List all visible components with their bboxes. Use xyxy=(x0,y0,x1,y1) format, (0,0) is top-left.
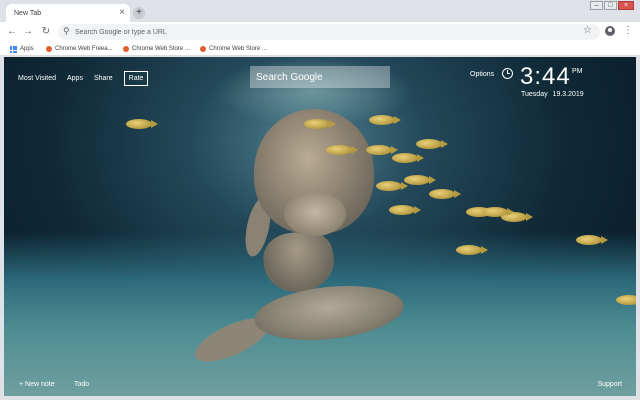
top-nav: Most Visited Apps Share Rate xyxy=(18,71,149,86)
window-controls: – □ × xyxy=(590,1,634,11)
bookmark-label: Apps xyxy=(20,46,34,52)
clock-time: 3:44 xyxy=(520,63,571,90)
address-input[interactable] xyxy=(75,26,575,38)
fish xyxy=(392,153,424,163)
new-tab-page: Most Visited Apps Share Rate Options 3:4… xyxy=(4,57,636,396)
menu-kebab-icon[interactable]: ⋮ xyxy=(623,25,633,37)
reload-icon[interactable]: ↻ xyxy=(40,25,52,39)
bookmark-star-icon[interactable]: ☆ xyxy=(583,25,592,36)
favicon-icon xyxy=(46,46,52,52)
clock-date-value: 19.3.2019 xyxy=(552,91,584,98)
maximize-button[interactable]: □ xyxy=(604,1,617,10)
manatee-snout xyxy=(284,192,346,236)
favicon-icon xyxy=(200,46,206,52)
forward-arrow-icon[interactable]: → xyxy=(22,25,34,39)
clock-day: Tuesday xyxy=(521,91,548,98)
fish xyxy=(616,295,636,305)
apps-grid-icon xyxy=(10,45,17,53)
share-link[interactable]: Share xyxy=(94,75,113,82)
todo-button[interactable]: Todo xyxy=(74,381,89,388)
bookmark-label: Chrome Web Freea... xyxy=(55,46,113,52)
bookmark-apps[interactable]: Apps xyxy=(10,44,34,54)
fish xyxy=(366,145,398,155)
tab-title: New Tab xyxy=(14,10,42,17)
tab-close-icon[interactable]: × xyxy=(119,7,125,18)
profile-avatar-icon[interactable] xyxy=(605,26,615,36)
browser-toolbar: ← → ↻ ⚲ ☆ ⋮ xyxy=(0,22,640,42)
apps-link[interactable]: Apps xyxy=(67,75,83,82)
bookmark-item[interactable]: Chrome Web Store ... xyxy=(200,44,267,54)
bookmark-label: Chrome Web Store ... xyxy=(132,46,190,52)
bookmark-label: Chrome Web Store ... xyxy=(209,46,267,52)
fish xyxy=(369,115,401,125)
bookmark-item[interactable]: Chrome Web Freea... xyxy=(46,44,113,54)
new-tab-button[interactable]: + xyxy=(133,7,145,19)
fish xyxy=(376,181,408,191)
clock-date: Tuesday 19.3.2019 xyxy=(521,91,584,98)
support-link[interactable]: Support xyxy=(597,381,622,388)
fish xyxy=(429,189,461,199)
fish xyxy=(304,119,336,129)
tab-strip: New Tab × + – □ × xyxy=(0,0,640,22)
back-arrow-icon[interactable]: ← xyxy=(6,25,18,39)
most-visited-link[interactable]: Most Visited xyxy=(18,75,56,82)
bookmarks-bar: Apps Chrome Web Freea... Chrome Web Stor… xyxy=(0,42,640,56)
fish xyxy=(126,119,158,129)
favicon-icon xyxy=(123,46,129,52)
rate-button[interactable]: Rate xyxy=(123,71,149,86)
google-search-box[interactable] xyxy=(250,66,390,88)
close-window-button[interactable]: × xyxy=(618,1,634,10)
fish xyxy=(576,235,608,245)
address-bar[interactable]: ⚲ ☆ xyxy=(58,24,600,40)
minimize-button[interactable]: – xyxy=(590,1,603,10)
fish xyxy=(404,175,436,185)
fish xyxy=(482,207,514,217)
bookmark-item[interactable]: Chrome Web Store ... xyxy=(123,44,190,54)
new-note-button[interactable]: + New note xyxy=(19,381,55,388)
clock-ampm: PM xyxy=(572,68,583,75)
fish xyxy=(326,145,358,155)
fish xyxy=(456,245,488,255)
search-icon: ⚲ xyxy=(63,26,70,36)
fish xyxy=(389,205,421,215)
clock-icon[interactable] xyxy=(502,68,513,79)
options-link[interactable]: Options xyxy=(470,71,494,78)
tab-new-tab[interactable]: New Tab × xyxy=(6,4,130,22)
search-input[interactable] xyxy=(250,66,390,88)
fish xyxy=(416,139,448,149)
